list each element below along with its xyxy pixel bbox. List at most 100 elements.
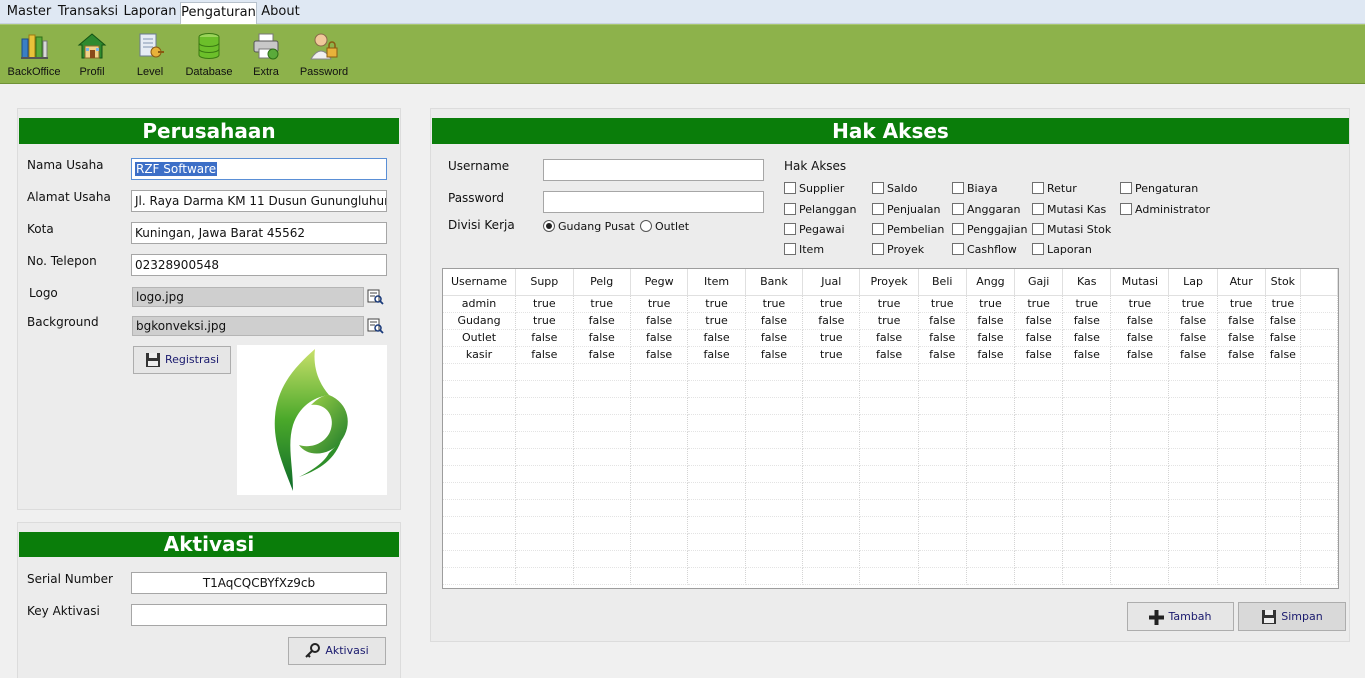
profil-button[interactable]: Profil <box>64 29 120 81</box>
table-cell[interactable]: true <box>918 295 967 313</box>
checkbox-anggaran[interactable]: Anggaran <box>952 203 1020 219</box>
checkbox-saldo[interactable]: Saldo <box>872 182 918 198</box>
checkbox-penggajian[interactable]: Penggajian <box>952 223 1028 239</box>
registrasi-button[interactable]: Registrasi <box>133 346 231 374</box>
checkbox-item[interactable]: Item <box>784 243 824 259</box>
table-cell[interactable]: false <box>1062 329 1112 347</box>
table-cell[interactable]: false <box>573 329 631 347</box>
column-header[interactable]: Kas <box>1062 269 1112 296</box>
table-cell[interactable]: false <box>1217 329 1266 347</box>
radio-gudang-pusat[interactable]: Gudang Pusat <box>543 220 635 236</box>
checkbox-cashflow[interactable]: Cashflow <box>952 243 1017 259</box>
table-cell[interactable]: admin <box>443 295 517 313</box>
browse-background-icon[interactable] <box>367 317 384 334</box>
table-cell[interactable]: true <box>1110 295 1170 313</box>
alamat-usaha-field[interactable]: Jl. Raya Darma KM 11 Dusun Gunungluhur D… <box>131 190 387 212</box>
table-cell[interactable]: Gudang <box>443 312 517 330</box>
nama-usaha-field[interactable]: RZF Software <box>131 158 387 180</box>
table-cell[interactable]: true <box>630 295 689 313</box>
checkbox-retur[interactable]: Retur <box>1032 182 1077 198</box>
column-header[interactable]: Username <box>443 269 517 296</box>
table-cell[interactable]: false <box>630 312 689 330</box>
table-row[interactable]: Gudang true false false true false false true fa… <box>443 312 1338 330</box>
column-header[interactable]: Item <box>687 269 746 296</box>
table-cell[interactable]: false <box>1217 312 1266 330</box>
table-cell[interactable]: false <box>687 346 746 364</box>
table-cell[interactable]: false <box>859 329 919 347</box>
username-field[interactable] <box>543 159 764 181</box>
table-cell[interactable]: true <box>802 346 861 364</box>
serial-number-field[interactable]: T1AqCQCBYfXz9cb <box>131 572 387 594</box>
column-header[interactable]: Atur <box>1217 269 1266 296</box>
table-cell[interactable]: true <box>1217 295 1266 313</box>
tab-transaksi[interactable]: Transaksi <box>56 2 120 24</box>
checkbox-pelanggan[interactable]: Pelanggan <box>784 203 856 219</box>
hak-akses-table[interactable]: Username Supp Pelg Pegw Item Bank Jual Proyek Be… <box>442 268 1339 589</box>
column-header[interactable]: Angg <box>966 269 1016 296</box>
table-cell[interactable]: false <box>1265 346 1302 364</box>
table-cell[interactable]: true <box>745 295 804 313</box>
table-cell[interactable]: true <box>515 295 574 313</box>
table-cell[interactable]: false <box>1014 346 1064 364</box>
tab-laporan[interactable]: Laporan <box>122 2 178 24</box>
kota-field[interactable]: Kuningan, Jawa Barat 45562 <box>131 222 387 244</box>
table-cell[interactable]: true <box>802 329 861 347</box>
column-header[interactable]: Pegw <box>630 269 689 296</box>
table-row[interactable]: admin true true true true true true true true tru… <box>443 295 1338 313</box>
table-cell[interactable]: false <box>1014 329 1064 347</box>
table-cell[interactable]: false <box>1217 346 1266 364</box>
table-cell[interactable]: false <box>966 346 1016 364</box>
checkbox-biaya[interactable]: Biaya <box>952 182 998 198</box>
tambah-button[interactable]: Tambah <box>1127 602 1234 631</box>
table-cell[interactable]: true <box>859 312 919 330</box>
table-cell[interactable]: true <box>966 295 1016 313</box>
table-cell[interactable]: true <box>687 312 746 330</box>
table-cell[interactable]: false <box>745 346 804 364</box>
browse-logo-icon[interactable] <box>367 288 384 305</box>
tab-pengaturan[interactable]: Pengaturan <box>180 2 257 24</box>
password-button[interactable]: Password <box>294 29 354 81</box>
backoffice-button[interactable]: BackOffice <box>4 29 64 81</box>
checkbox-mutasi-stok[interactable]: Mutasi Stok <box>1032 223 1111 239</box>
key-aktivasi-field[interactable] <box>131 604 387 626</box>
column-header[interactable]: Lap <box>1168 269 1218 296</box>
table-cell[interactable]: false <box>1062 312 1112 330</box>
table-cell[interactable]: true <box>859 295 919 313</box>
checkbox-pembelian[interactable]: Pembelian <box>872 223 944 239</box>
checkbox-pegawai[interactable]: Pegawai <box>784 223 845 239</box>
table-cell[interactable]: true <box>802 295 861 313</box>
checkbox-mutasi-kas[interactable]: Mutasi Kas <box>1032 203 1106 219</box>
checkbox-administrator[interactable]: Administrator <box>1120 203 1210 219</box>
checkbox-laporan[interactable]: Laporan <box>1032 243 1092 259</box>
checkbox-pengaturan[interactable]: Pengaturan <box>1120 182 1198 198</box>
table-cell[interactable]: false <box>515 329 574 347</box>
table-cell[interactable]: false <box>1265 329 1302 347</box>
table-cell[interactable]: true <box>1014 295 1064 313</box>
table-cell[interactable]: false <box>802 312 861 330</box>
table-cell[interactable]: true <box>1168 295 1218 313</box>
simpan-button[interactable]: Simpan <box>1238 602 1346 631</box>
table-cell[interactable]: true <box>573 295 631 313</box>
column-header[interactable]: Bank <box>745 269 804 296</box>
column-header[interactable]: Supp <box>515 269 574 296</box>
checkbox-penjualan[interactable]: Penjualan <box>872 203 941 219</box>
telepon-field[interactable]: 02328900548 <box>131 254 387 276</box>
table-cell[interactable]: false <box>573 312 631 330</box>
table-cell[interactable]: false <box>918 329 967 347</box>
table-cell[interactable]: false <box>1062 346 1112 364</box>
column-header[interactable]: Gaji <box>1014 269 1064 296</box>
table-cell[interactable]: false <box>1168 346 1218 364</box>
database-button[interactable]: Database <box>180 29 238 81</box>
table-cell[interactable]: false <box>918 346 967 364</box>
table-row[interactable]: Outlet false false false false false true false… <box>443 329 1338 347</box>
table-row[interactable]: kasir false false false false false true false f… <box>443 346 1338 364</box>
table-cell[interactable]: false <box>1265 312 1302 330</box>
column-header[interactable]: Pelg <box>573 269 631 296</box>
table-cell[interactable]: false <box>966 329 1016 347</box>
table-cell[interactable]: false <box>630 329 689 347</box>
table-cell[interactable]: true <box>1062 295 1112 313</box>
level-button[interactable]: Level <box>122 29 178 81</box>
table-cell[interactable]: false <box>1014 312 1064 330</box>
column-header[interactable]: Jual <box>802 269 861 296</box>
table-cell[interactable]: true <box>515 312 574 330</box>
